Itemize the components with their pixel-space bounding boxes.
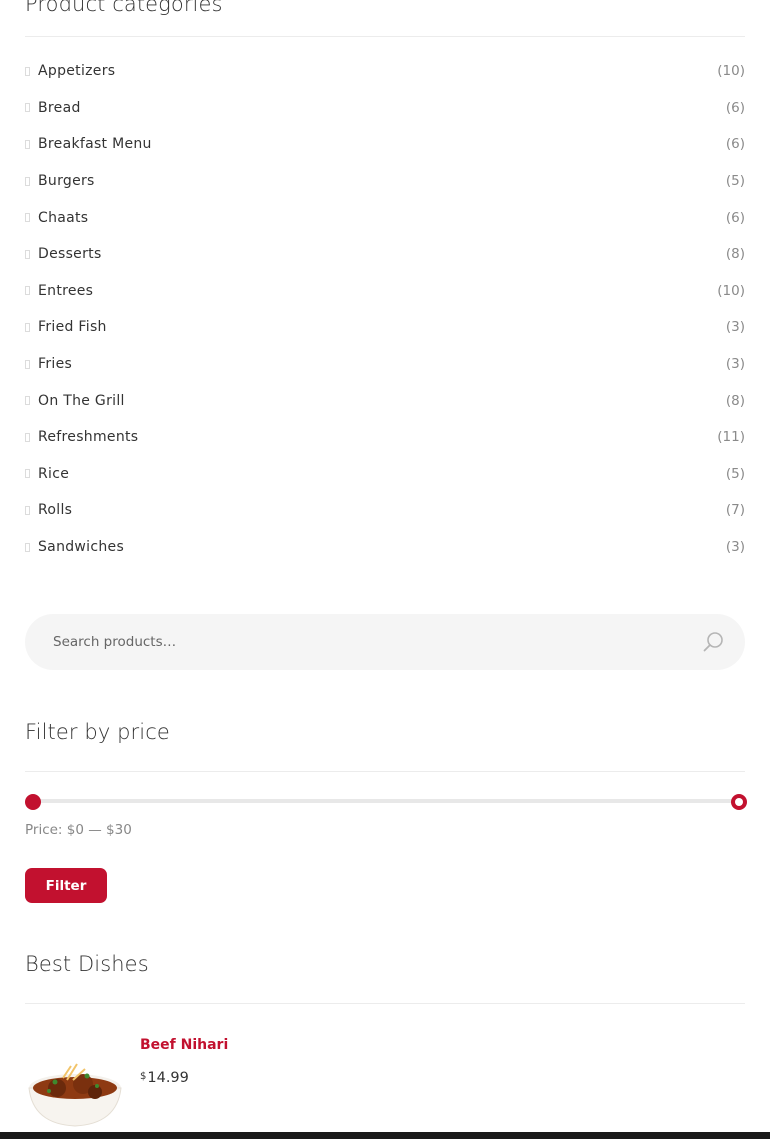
category-link[interactable]: Fried Fish — [25, 319, 107, 335]
category-link[interactable]: Sandwiches — [25, 539, 124, 555]
category-link[interactable]: Chaats — [25, 210, 88, 226]
categories-divider — [25, 36, 745, 37]
category-link[interactable]: On The Grill — [25, 393, 125, 409]
chevron-right-icon — [25, 359, 30, 369]
chevron-right-icon — [25, 432, 30, 442]
category-item[interactable]: Desserts (8) — [25, 236, 745, 273]
category-count: (6) — [725, 99, 745, 116]
dish-name-link[interactable]: Beef Nihari — [140, 1037, 228, 1053]
search-icon — [703, 632, 723, 652]
price-divider — [25, 771, 745, 772]
price-slider-min-handle[interactable] — [25, 794, 41, 810]
category-list: Appetizers (10) Bread (6) Breakfast Menu (6) B… — [25, 53, 745, 565]
chevron-right-icon — [25, 542, 30, 552]
category-item[interactable]: Sandwiches (3) — [25, 529, 745, 566]
category-count: (3) — [725, 356, 745, 373]
category-count: (8) — [725, 246, 745, 263]
category-link[interactable]: Rolls — [25, 502, 72, 518]
chevron-right-icon — [25, 176, 30, 186]
category-label: Rolls — [38, 502, 73, 519]
category-label: Fried Fish — [38, 319, 107, 336]
price-slider-track[interactable] — [33, 799, 739, 803]
category-label: Refreshments — [38, 429, 139, 446]
price-amount: 14.99 — [147, 1070, 189, 1086]
product-categories-title: Product categories — [25, 0, 223, 16]
chevron-right-icon — [25, 323, 30, 332]
category-item[interactable]: Chaats (6) — [25, 199, 745, 236]
category-label: Entrees — [38, 282, 94, 299]
category-count: (3) — [725, 319, 745, 336]
category-label: Appetizers — [38, 63, 116, 80]
category-link[interactable]: Appetizers — [25, 63, 115, 79]
dish-thumbnail[interactable] — [25, 1036, 125, 1132]
beef-nihari-image — [28, 1063, 122, 1127]
price-range-label: Price: $0 — $30 — [25, 822, 132, 838]
product-search-form — [25, 614, 745, 670]
category-link[interactable]: Bread — [25, 100, 81, 116]
category-link[interactable]: Entrees — [25, 283, 93, 299]
category-label: Burgers — [38, 173, 95, 190]
category-count: (10) — [717, 63, 745, 80]
category-count: (3) — [725, 539, 745, 556]
category-count: (6) — [725, 209, 745, 226]
category-label: Bread — [38, 99, 81, 116]
category-item[interactable]: Refreshments (11) — [25, 419, 745, 456]
category-label: Sandwiches — [38, 539, 125, 556]
chevron-right-icon — [25, 140, 30, 149]
category-count: (11) — [717, 429, 745, 446]
footer-bar — [0, 1132, 770, 1139]
category-link[interactable]: Burgers — [25, 173, 95, 189]
filter-button[interactable]: Filter — [25, 868, 107, 903]
category-item[interactable]: Rolls (7) — [25, 492, 745, 529]
category-item[interactable]: Fries (3) — [25, 346, 745, 383]
category-item[interactable]: Bread (6) — [25, 90, 745, 127]
category-count: (5) — [725, 173, 745, 190]
category-label: Fries — [38, 356, 73, 373]
category-item[interactable]: On The Grill (8) — [25, 382, 745, 419]
chevron-right-icon — [25, 396, 30, 406]
best-dishes-divider — [25, 1003, 745, 1004]
category-count: (8) — [725, 392, 745, 409]
category-item[interactable]: Fried Fish (3) — [25, 309, 745, 346]
category-link[interactable]: Refreshments — [25, 429, 138, 445]
category-count: (6) — [725, 136, 745, 153]
dish-price: $14.99 — [140, 1070, 189, 1086]
price-slider-max-handle[interactable] — [731, 794, 747, 810]
category-item[interactable]: Burgers (5) — [25, 163, 745, 200]
filter-by-price-title: Filter by price — [25, 720, 170, 744]
category-item[interactable]: Appetizers (10) — [25, 53, 745, 90]
search-input[interactable] — [53, 634, 653, 650]
category-label: On The Grill — [38, 392, 125, 409]
category-label: Chaats — [38, 209, 89, 226]
category-label: Rice — [38, 465, 70, 482]
chevron-right-icon — [25, 469, 30, 479]
category-count: (5) — [725, 465, 745, 482]
category-link[interactable]: Breakfast Menu — [25, 136, 152, 152]
best-dishes-title: Best Dishes — [25, 952, 149, 976]
chevron-right-icon — [25, 286, 30, 296]
category-link[interactable]: Rice — [25, 466, 69, 482]
category-count: (10) — [717, 282, 745, 299]
chevron-right-icon — [25, 66, 30, 76]
category-link[interactable]: Fries — [25, 356, 72, 372]
currency-symbol: $ — [140, 1071, 147, 1082]
category-link[interactable]: Desserts — [25, 246, 102, 262]
chevron-right-icon — [25, 506, 30, 515]
chevron-right-icon — [25, 249, 30, 259]
category-item[interactable]: Breakfast Menu (6) — [25, 126, 745, 163]
chevron-right-icon — [25, 103, 30, 113]
category-count: (7) — [725, 502, 745, 519]
category-item[interactable]: Rice (5) — [25, 456, 745, 493]
search-button[interactable] — [701, 629, 727, 655]
category-label: Desserts — [38, 246, 102, 263]
category-item[interactable]: Entrees (10) — [25, 273, 745, 310]
category-label: Breakfast Menu — [38, 136, 152, 153]
chevron-right-icon — [25, 213, 30, 223]
